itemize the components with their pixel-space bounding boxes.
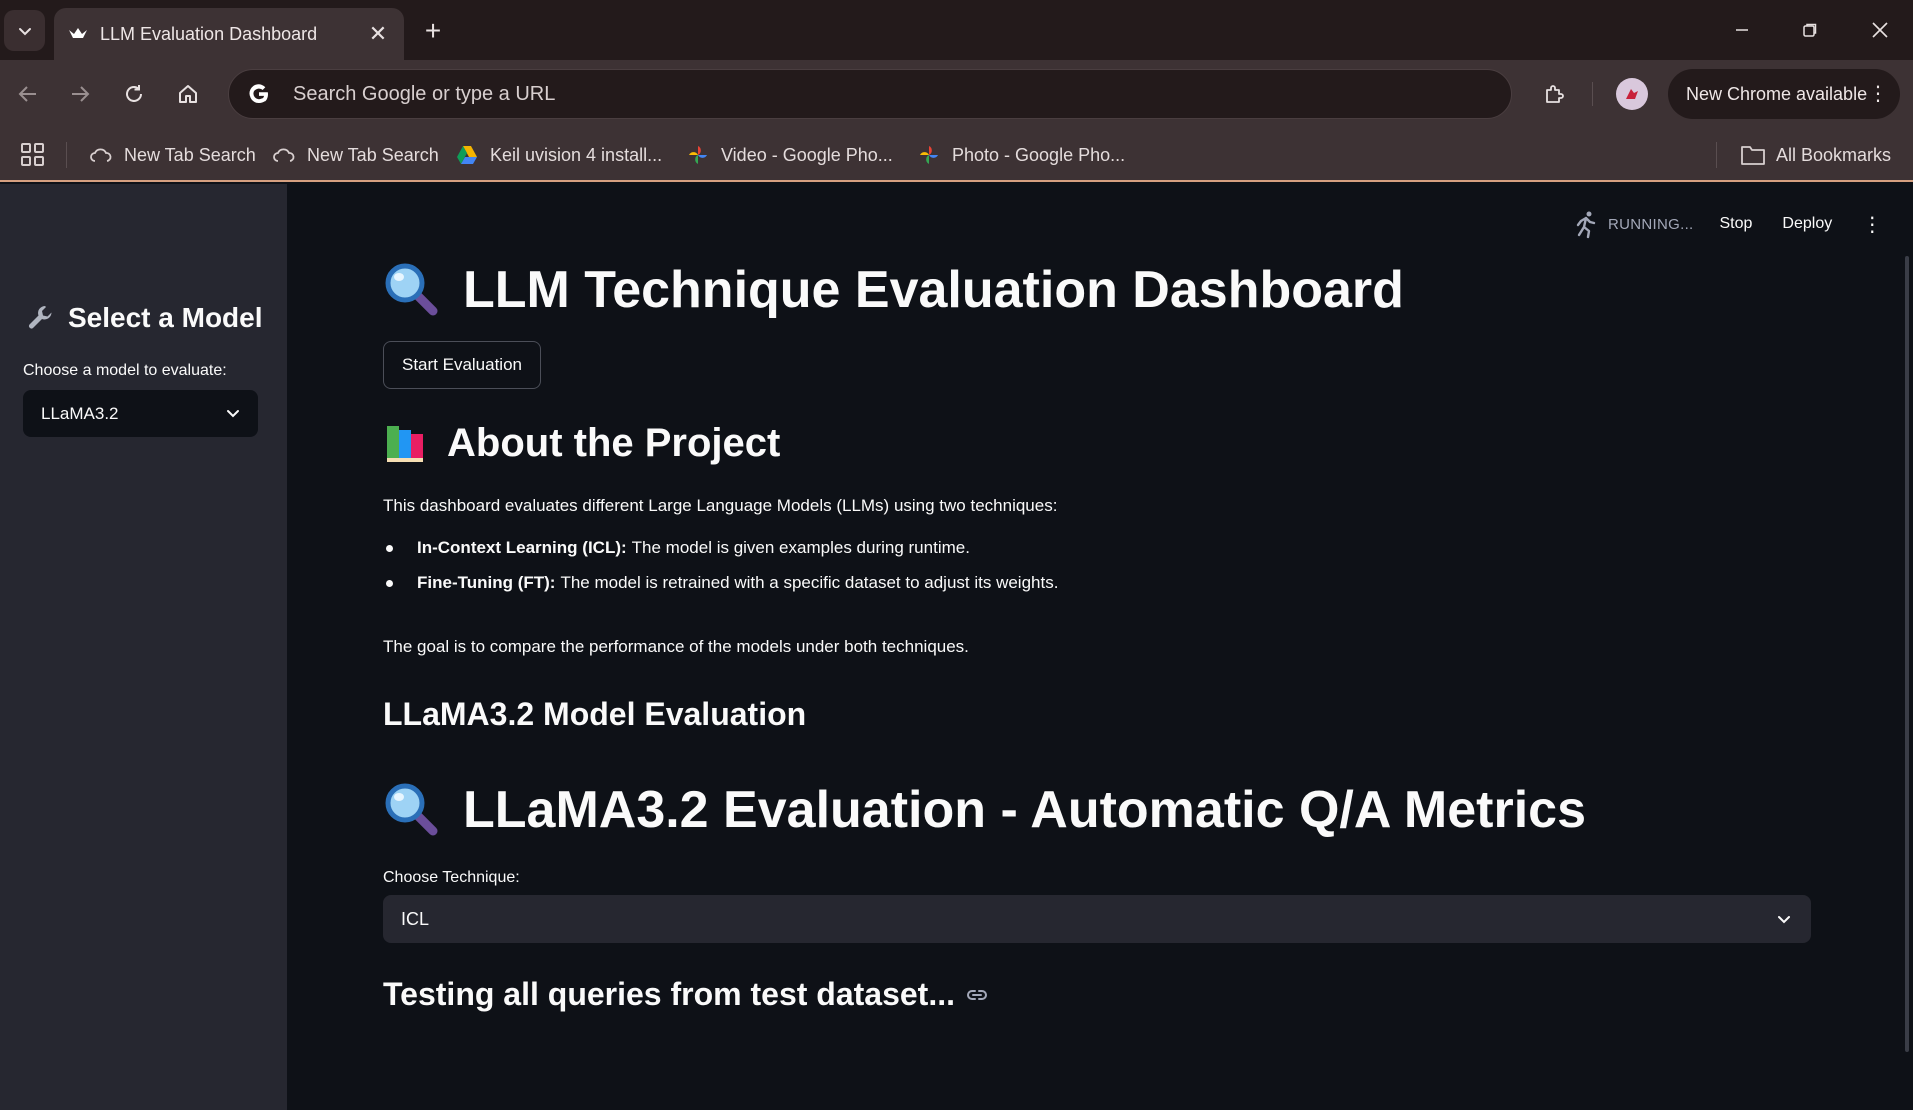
browser-tabstrip: LLM Evaluation Dashboard ✕ + [0,0,1913,60]
running-status: RUNNING... [1608,215,1694,233]
new-tab-icon[interactable]: + [416,14,450,48]
bookmark-item[interactable]: New Tab Search [273,140,439,170]
stop-button[interactable]: Stop [1720,215,1753,233]
address-bar[interactable]: Search Google or type a URL [228,69,1512,119]
bookmarks-divider [1716,142,1717,168]
start-evaluation-button[interactable]: Start Evaluation [383,341,541,389]
cloud-icon [273,144,295,166]
home-icon[interactable] [170,76,206,112]
model-select[interactable]: LLaMA3.2 [23,390,258,437]
all-bookmarks-button[interactable]: All Bookmarks [1740,140,1891,170]
sidebar-title: Select a Model [26,302,263,334]
model-select-value: LLaMA3.2 [41,403,119,423]
wrench-icon [29,306,52,329]
bookmark-label: Keil uvision 4 install... [490,144,663,165]
metrics-heading-text: LLaMA3.2 Evaluation - Automatic Q/A Metr… [463,781,1587,839]
bullet-term: Fine-Tuning (FT): [417,573,556,592]
forward-icon[interactable] [62,76,98,112]
testing-heading-text: Testing all queries from test dataset... [383,976,955,1012]
main-menu-icon[interactable]: ⋮ [1862,212,1882,237]
magnifying-glass-icon [385,783,438,836]
bookmark-item[interactable]: Video - Google Pho... [687,140,893,170]
back-icon[interactable] [10,76,46,112]
bookmarks-divider [66,142,67,168]
profile-avatar[interactable] [1616,78,1648,110]
intro-paragraph: This dashboard evaluates different Large… [383,496,1058,515]
magnifying-glass-icon [385,263,438,316]
model-evaluation-heading: LLaMA3.2 Model Evaluation [383,696,807,732]
bookmark-item[interactable]: Keil uvision 4 install... [456,140,662,170]
chevron-down-icon [227,410,239,418]
bullet-text: The model is given examples during runti… [631,538,970,557]
chevron-down-icon [1778,916,1790,924]
page-title: LLM Technique Evaluation Dashboard [383,260,1404,320]
list-item: Fine-Tuning (FT): The model is retrained… [383,573,1058,593]
browser-tab-active[interactable]: LLM Evaluation Dashboard ✕ [54,8,404,60]
tab-title: LLM Evaluation Dashboard [100,23,318,44]
browser-toolbar: Search Google or type a URL New Chrome a… [0,60,1913,128]
bullet-dot [386,579,393,587]
bookmark-label: New Tab Search [307,144,439,165]
deploy-button[interactable]: Deploy [1782,215,1832,233]
bullet-term: In-Context Learning (ICL): [417,538,627,557]
address-bar-placeholder: Search Google or type a URL [293,82,556,105]
all-bookmarks-label: All Bookmarks [1776,144,1892,165]
list-item: In-Context Learning (ICL): The model is … [383,538,970,558]
chrome-update-button[interactable]: New Chrome available ⋮ [1668,69,1900,119]
close-window-icon[interactable] [1860,14,1900,46]
testing-heading: Testing all queries from test dataset... [383,976,989,1013]
google-icon [249,84,268,104]
chevron-down-icon [18,27,31,35]
metrics-heading: LLaMA3.2 Evaluation - Automatic Q/A Metr… [383,780,1586,840]
sidebar-title-text: Select a Model [68,302,263,333]
bookmark-item[interactable]: New Tab Search [90,140,256,170]
sidebar: Select a Model Choose a model to evaluat… [0,184,287,1110]
bookmark-label: Photo - Google Pho... [952,144,1126,165]
app-header: RUNNING... Stop Deploy ⋮ [1570,208,1882,240]
about-heading: About the Project [383,420,780,466]
model-select-label: Choose a model to evaluate: [23,362,227,379]
goal-paragraph: The goal is to compare the performance o… [383,637,969,656]
bookmark-label: New Tab Search [124,144,256,165]
bookmark-item[interactable]: Photo - Google Pho... [918,140,1125,170]
bookmarks-bar: New Tab Search New Tab Search Keil uvisi… [0,128,1913,182]
bookmark-label: Video - Google Pho... [721,144,893,165]
chrome-update-label: New Chrome available [1686,83,1868,104]
technique-select-value: ICL [401,908,430,929]
tab-close-icon[interactable]: ✕ [366,21,390,47]
technique-select-label: Choose Technique: [383,869,520,886]
streamlit-app: Select a Model Choose a model to evaluat… [0,184,1913,1110]
extensions-icon[interactable] [1536,76,1572,112]
reload-icon[interactable] [116,76,152,112]
minimize-icon[interactable] [1722,14,1762,46]
photos-icon [687,144,709,166]
chrome-menu-icon[interactable]: ⋮ [1868,81,1888,106]
apps-grid-icon[interactable] [20,142,46,168]
bullet-text: The model is retrained with a specific d… [560,573,1059,592]
streamlit-crown-icon [68,24,88,44]
running-man-icon [1576,211,1596,239]
tab-search-button[interactable] [4,10,45,51]
about-heading-text: About the Project [447,420,781,465]
anchor-link-icon[interactable] [965,983,989,1007]
page-title-text: LLM Technique Evaluation Dashboard [463,261,1404,319]
technique-select[interactable]: ICL [383,895,1811,943]
main-scrollbar[interactable] [1905,256,1909,1052]
folder-icon [1741,146,1765,165]
photos-icon [918,144,940,166]
bullet-dot [386,544,393,552]
cloud-icon [90,144,112,166]
restore-icon[interactable] [1790,14,1830,46]
toolbar-divider [1592,82,1593,106]
books-icon [387,426,423,462]
drive-icon [456,144,478,166]
